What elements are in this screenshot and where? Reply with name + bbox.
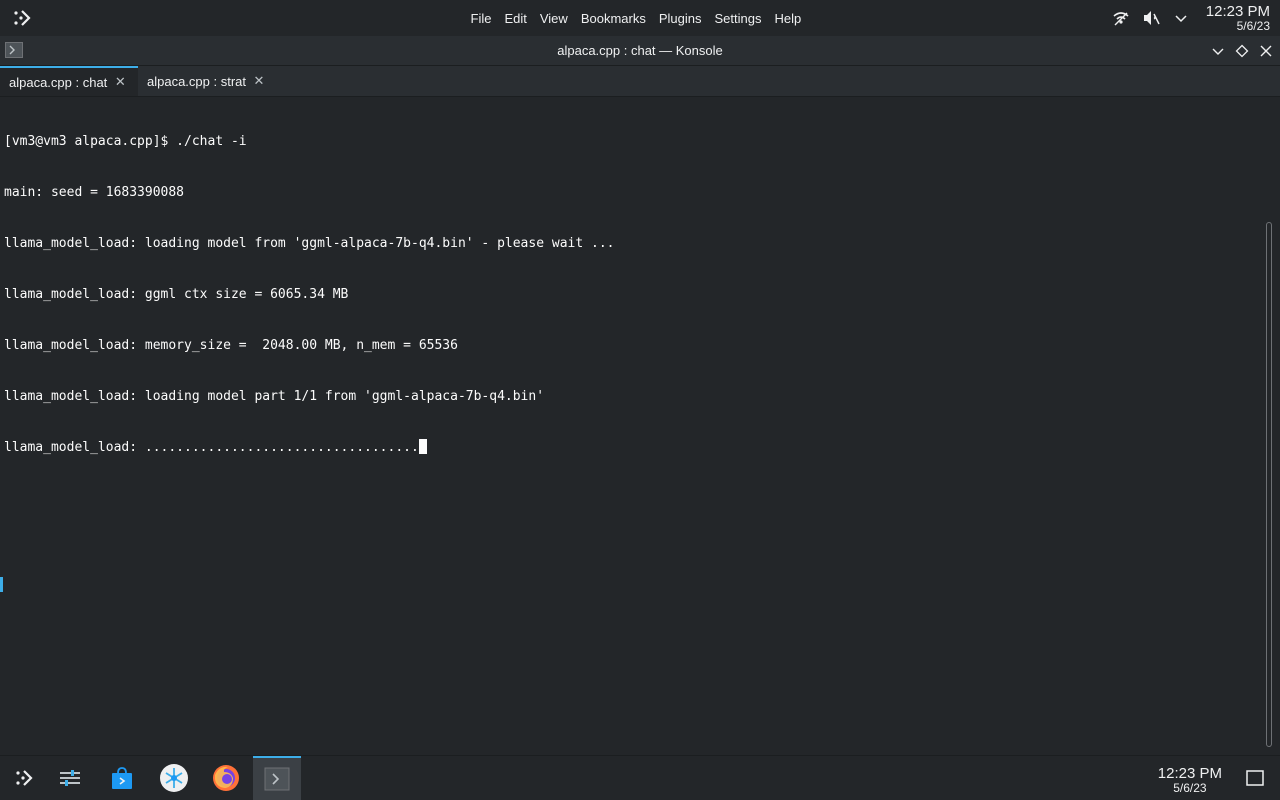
menu-help[interactable]: Help — [768, 11, 808, 26]
taskbar-clock[interactable]: 12:23 PM 5/6/23 — [1158, 766, 1222, 794]
terminal-scrollbar[interactable] — [1262, 97, 1278, 755]
top-panel: File Edit View Bookmarks Plugins Setting… — [0, 0, 1280, 36]
global-menu: File Edit View Bookmarks Plugins Setting… — [464, 0, 808, 36]
chevron-down-icon[interactable] — [1170, 7, 1192, 29]
menu-view[interactable]: View — [533, 11, 574, 26]
clock-date: 5/6/23 — [1236, 19, 1270, 33]
terminal-line: llama_model_load: memory_size = 2048.00 … — [4, 338, 458, 353]
system-tray: 12:23 PM 5/6/23 — [1110, 0, 1280, 36]
close-button[interactable] — [1258, 43, 1274, 59]
konsole-icon[interactable] — [253, 756, 301, 800]
system-settings-icon[interactable] — [46, 756, 94, 800]
taskbar: 12:23 PM 5/6/23 — [0, 755, 1280, 800]
tab-alpaca-strat[interactable]: alpaca.cpp : strat ✕ — [138, 66, 280, 96]
close-tab-icon[interactable]: ✕ — [114, 74, 126, 90]
terminal-line: [vm3@vm3 alpaca.cpp]$ ./chat -i — [4, 134, 247, 149]
show-desktop-icon[interactable] — [1246, 770, 1264, 786]
minimize-button[interactable] — [1210, 43, 1226, 59]
maximize-button[interactable] — [1234, 43, 1250, 59]
firefox-icon[interactable] — [202, 756, 250, 800]
clock-time: 12:23 PM — [1205, 3, 1270, 20]
close-tab-icon[interactable]: ✕ — [253, 73, 265, 89]
terminal-line: llama_model_load: loading model from 'gg… — [4, 236, 615, 251]
side-marker — [0, 577, 3, 592]
menu-plugins[interactable]: Plugins — [652, 11, 708, 26]
digital-clock[interactable]: 12:23 PM 5/6/23 — [1206, 4, 1270, 32]
menu-settings[interactable]: Settings — [708, 11, 768, 26]
tab-label: alpaca.cpp : strat — [147, 73, 246, 89]
volume-muted-icon[interactable] — [1140, 7, 1162, 29]
app-launcher-icon[interactable] — [0, 756, 48, 800]
network-icon[interactable] — [1110, 7, 1132, 29]
app-launcher-icon[interactable] — [10, 6, 34, 30]
window-controls — [1202, 36, 1274, 65]
tab-label: alpaca.cpp : chat — [9, 74, 108, 90]
terminal-output[interactable]: [vm3@vm3 alpaca.cpp]$ ./chat -i main: se… — [0, 97, 1258, 755]
tab-alpaca-chat[interactable]: alpaca.cpp : chat ✕ — [0, 66, 138, 96]
menu-edit[interactable]: Edit — [498, 11, 533, 26]
discover-store-icon[interactable] — [98, 756, 146, 800]
tab-bar: alpaca.cpp : chat ✕ alpaca.cpp : strat ✕ — [0, 66, 1280, 97]
window-title: alpaca.cpp : chat — Konsole — [557, 43, 723, 58]
scrollbar-thumb[interactable] — [1266, 222, 1272, 747]
window-titlebar[interactable]: alpaca.cpp : chat — Konsole — [0, 36, 1280, 66]
app-icon-flake[interactable] — [150, 756, 198, 800]
terminal-line: llama_model_load: loading model part 1/1… — [4, 389, 545, 404]
terminal-line: main: seed = 1683390088 — [4, 185, 185, 200]
terminal-cursor — [418, 439, 427, 454]
terminal-line: llama_model_load: ggml ctx size = 6065.3… — [4, 287, 349, 302]
terminal-line-text: llama_model_load: ......................… — [4, 440, 419, 455]
taskbar-clock-date: 5/6/23 — [1173, 781, 1207, 795]
menu-file[interactable]: File — [464, 11, 498, 26]
terminal-line-current: llama_model_load: ......................… — [4, 439, 1258, 456]
menu-bookmarks[interactable]: Bookmarks — [574, 11, 652, 26]
taskbar-clock-time: 12:23 PM — [1157, 765, 1222, 782]
